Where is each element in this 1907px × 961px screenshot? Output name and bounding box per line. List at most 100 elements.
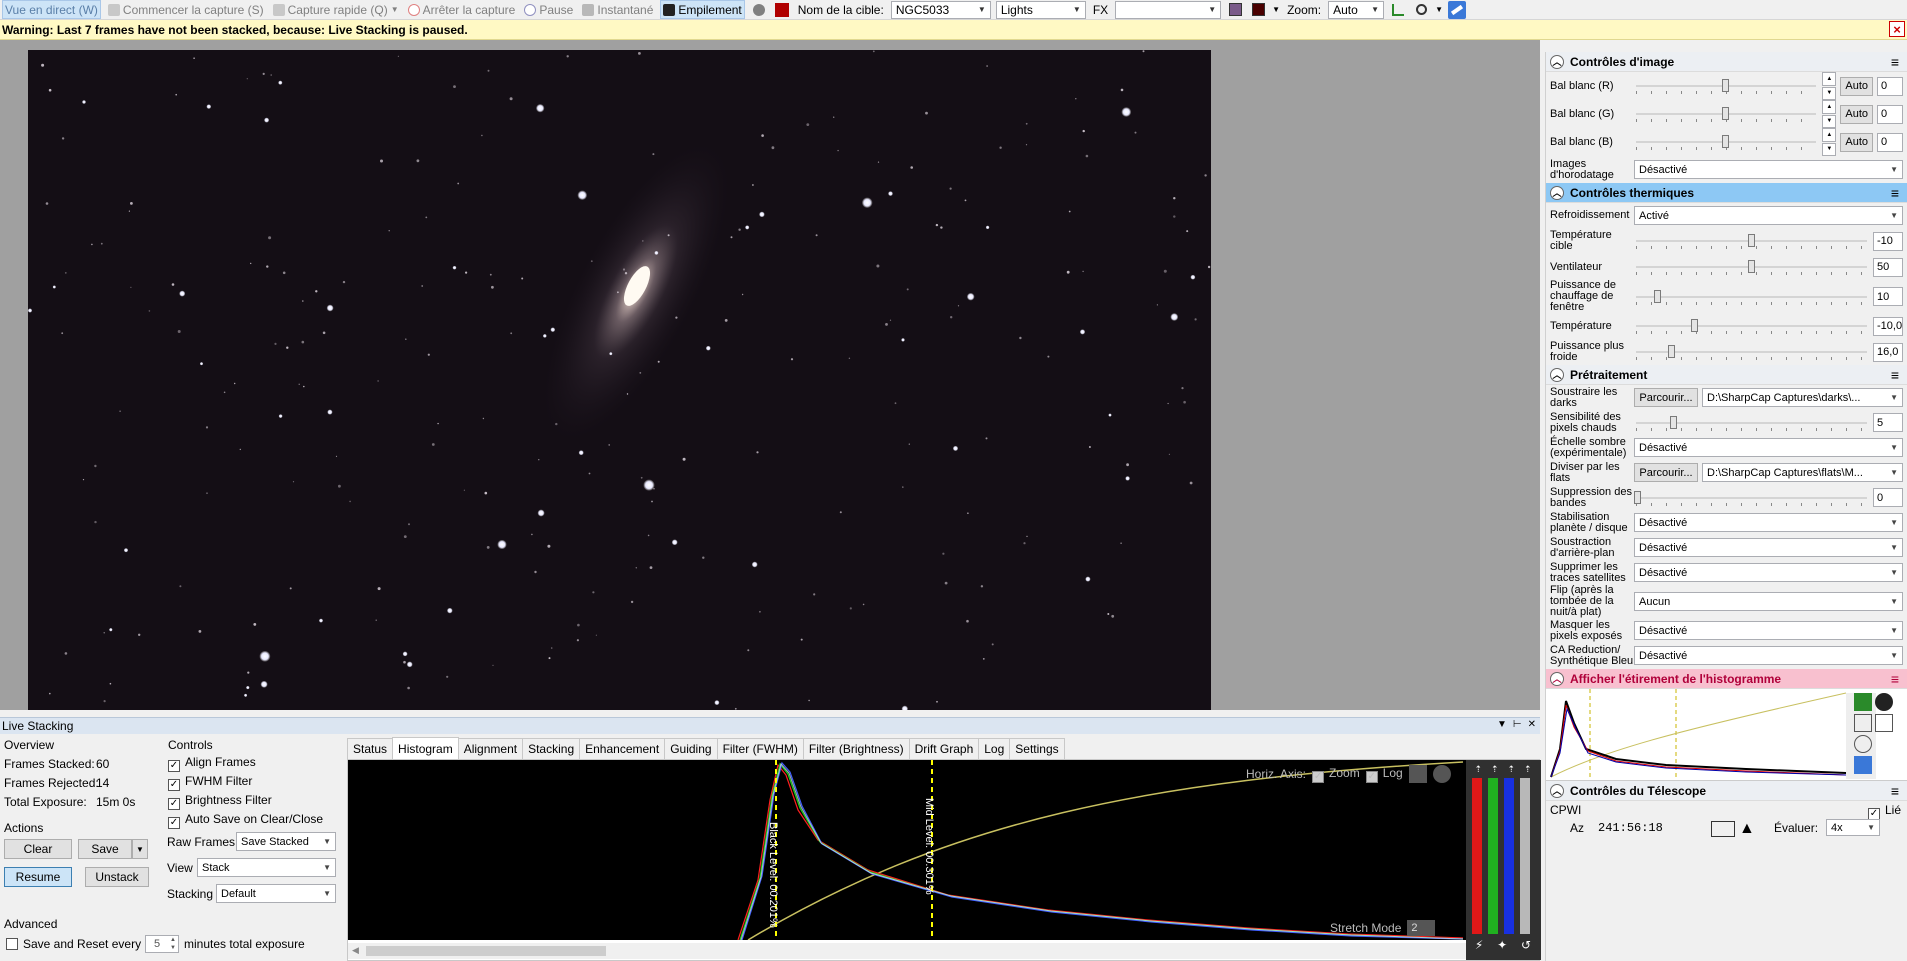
white-balance-value[interactable]: 0 <box>1877 104 1903 124</box>
slider-thumb[interactable] <box>1722 135 1730 148</box>
hot-pixels-value[interactable]: 5 <box>1873 413 1903 432</box>
spinner[interactable]: ▲ ▼ <box>1822 128 1837 156</box>
evaluate-select[interactable]: 4x ▼ <box>1826 819 1880 836</box>
auto-button[interactable]: Auto <box>1840 104 1873 124</box>
tab-stacking[interactable]: Stacking <box>522 738 581 759</box>
lightning-icon[interactable] <box>1854 714 1872 732</box>
resume-button[interactable]: Resume <box>4 867 72 887</box>
spinner-icon[interactable]: ▲ ▼ <box>170 936 176 952</box>
reset-icon[interactable]: ↺ <box>1521 938 1531 956</box>
red-level-slider[interactable] <box>1472 778 1482 934</box>
quick-capture-button[interactable]: Capture rapide (Q) ▼ <box>271 0 401 19</box>
tab-enhancement[interactable]: Enhancement <box>579 738 666 759</box>
unstack-button[interactable]: Unstack <box>85 867 149 887</box>
browse-darks-button[interactable]: Parcourir... <box>1634 388 1698 407</box>
chevron-up-icon[interactable]: ︿ <box>1550 671 1564 686</box>
tab-filter-brightness[interactable]: Filter (Brightness) <box>802 738 910 759</box>
lightning-icon[interactable]: ⚡ <box>1475 938 1483 956</box>
target-name-input[interactable]: NGC5033 ▼ <box>890 0 991 19</box>
stop-slew-icon[interactable] <box>1711 821 1735 837</box>
blue-level-slider[interactable] <box>1504 778 1514 934</box>
darks-path-select[interactable]: D:\SharpCap Captures\darks\... ▼ <box>1702 388 1903 407</box>
lightning-icon[interactable] <box>1408 765 1427 783</box>
slider-thumb[interactable] <box>1747 260 1755 273</box>
mini-histogram[interactable] <box>1546 689 1907 781</box>
thermal-value[interactable]: -10,0 <box>1873 316 1903 336</box>
ca-reduction-select[interactable]: Désactivé ▼ <box>1634 646 1903 665</box>
linked-checkbox[interactable]: ✓ Lié <box>1867 803 1901 820</box>
frame-type-select[interactable]: Lights ▼ <box>995 0 1086 19</box>
arrow-up-icon[interactable]: ▲ <box>1822 72 1837 86</box>
chevron-down-icon[interactable]: ▼ <box>1435 5 1443 14</box>
thermal-value[interactable]: -10 <box>1873 231 1903 251</box>
arrow-up-icon[interactable]: ⇡ <box>1491 764 1499 776</box>
thermal-controls-header[interactable]: ︿ Contrôles thermiques ≡ <box>1546 183 1907 203</box>
chevron-up-icon[interactable]: ︿ <box>1550 54 1564 69</box>
arrow-up-icon[interactable]: ⇡ <box>1524 764 1532 776</box>
magnifier-icon[interactable] <box>1412 1 1430 19</box>
stack-histogram[interactable]: Black Level: 00.201% Mid Level: 00.301% … <box>348 760 1466 940</box>
fx-select[interactable]: ▼ <box>1115 0 1222 19</box>
ngc-icon[interactable] <box>773 1 791 19</box>
dark-scale-select[interactable]: Désactivé ▼ <box>1634 438 1903 457</box>
chevron-up-icon[interactable]: ︿ <box>1550 185 1564 200</box>
hamburger-menu-icon[interactable]: ≡ <box>1891 368 1899 382</box>
tab-log[interactable]: Log <box>978 738 1011 759</box>
hamburger-menu-icon[interactable]: ≡ <box>1891 186 1899 200</box>
slider-thumb[interactable] <box>1747 234 1755 247</box>
slider-thumb[interactable] <box>1722 79 1730 92</box>
reticle-icon[interactable] <box>1226 1 1244 19</box>
telescope-icon[interactable] <box>1448 0 1467 19</box>
white-balance-slider[interactable] <box>1634 105 1818 123</box>
close-icon[interactable]: × <box>1889 21 1905 37</box>
record-icon[interactable] <box>750 1 768 19</box>
tab-alignment[interactable]: Alignment <box>457 738 524 759</box>
thermal-value[interactable]: 10 <box>1873 287 1903 306</box>
chevron-down-icon[interactable]: ▼ <box>1272 5 1280 14</box>
tab-filter-fwhm[interactable]: Filter (FWHM) <box>716 738 804 759</box>
save-icon[interactable] <box>1854 756 1872 774</box>
raw-frames-select[interactable]: Save Stacked ▼ <box>236 832 336 851</box>
arrow-up-icon[interactable]: ⇡ <box>1507 764 1515 776</box>
stop-capture-button[interactable]: Arrêter la capture <box>406 0 518 19</box>
align-frames-checkbox[interactable]: ✓ Align Frames <box>168 755 256 772</box>
save-reset-minutes-input[interactable]: 5 ▲ ▼ <box>145 935 179 953</box>
stretch-mode-select[interactable]: 2 <box>1407 920 1436 936</box>
chevron-down-icon[interactable]: ▼ <box>391 5 399 14</box>
timestamp-select[interactable]: Désactivé ▼ <box>1634 160 1903 179</box>
reset-icon[interactable] <box>1432 765 1451 783</box>
arrow-up-icon[interactable]: ▲ <box>1822 128 1837 142</box>
cross-overlay-icon[interactable] <box>1249 1 1267 19</box>
live-stacking-titlebar[interactable]: Live Stacking ▼ ⊢ ✕ <box>0 717 1540 734</box>
spinner[interactable]: ▲ ▼ <box>1822 72 1837 100</box>
thermal-slider[interactable] <box>1634 317 1869 335</box>
save-dropdown-icon[interactable]: ▼ <box>132 839 148 859</box>
zoom-checkbox[interactable]: ✓ Zoom <box>1312 766 1360 783</box>
flats-path-select[interactable]: D:\SharpCap Captures\flats\M... ▼ <box>1702 463 1903 482</box>
brightness-filter-checkbox[interactable]: ✓ Brightness Filter <box>168 793 272 810</box>
close-icon[interactable]: ✕ <box>1528 719 1536 730</box>
pin-icon[interactable]: ⊢ <box>1513 719 1522 730</box>
thermal-slider[interactable] <box>1634 232 1869 250</box>
hot-pixels-slider[interactable] <box>1634 414 1869 432</box>
slider-thumb[interactable] <box>1653 289 1661 303</box>
lock-icon[interactable] <box>1875 714 1893 732</box>
thermal-slider[interactable] <box>1634 288 1869 306</box>
reset-icon[interactable] <box>1854 735 1872 753</box>
arrow-up-icon[interactable]: ▲ <box>1822 100 1837 114</box>
white-balance-value[interactable]: 0 <box>1877 76 1903 96</box>
hamburger-menu-icon[interactable]: ≡ <box>1891 672 1899 686</box>
hamburger-menu-icon[interactable]: ≡ <box>1891 55 1899 69</box>
histogram-scrollbar[interactable]: ◀ <box>348 943 1466 959</box>
arrow-down-icon[interactable]: ▼ <box>1822 114 1837 128</box>
auto-stretch-icon[interactable] <box>1854 693 1872 711</box>
spinner[interactable]: ▲ ▼ <box>1822 100 1837 128</box>
tab-settings[interactable]: Settings <box>1009 738 1065 759</box>
banding-slider[interactable] <box>1634 489 1869 507</box>
tab-histogram[interactable]: Histogram <box>392 737 459 759</box>
slider-thumb[interactable] <box>1634 490 1641 504</box>
image-viewport[interactable] <box>0 40 1540 710</box>
background-subtraction-select[interactable]: Désactivé ▼ <box>1634 538 1903 557</box>
tab-guiding[interactable]: Guiding <box>664 738 718 759</box>
start-capture-button[interactable]: Commencer la capture (S) <box>106 0 266 19</box>
